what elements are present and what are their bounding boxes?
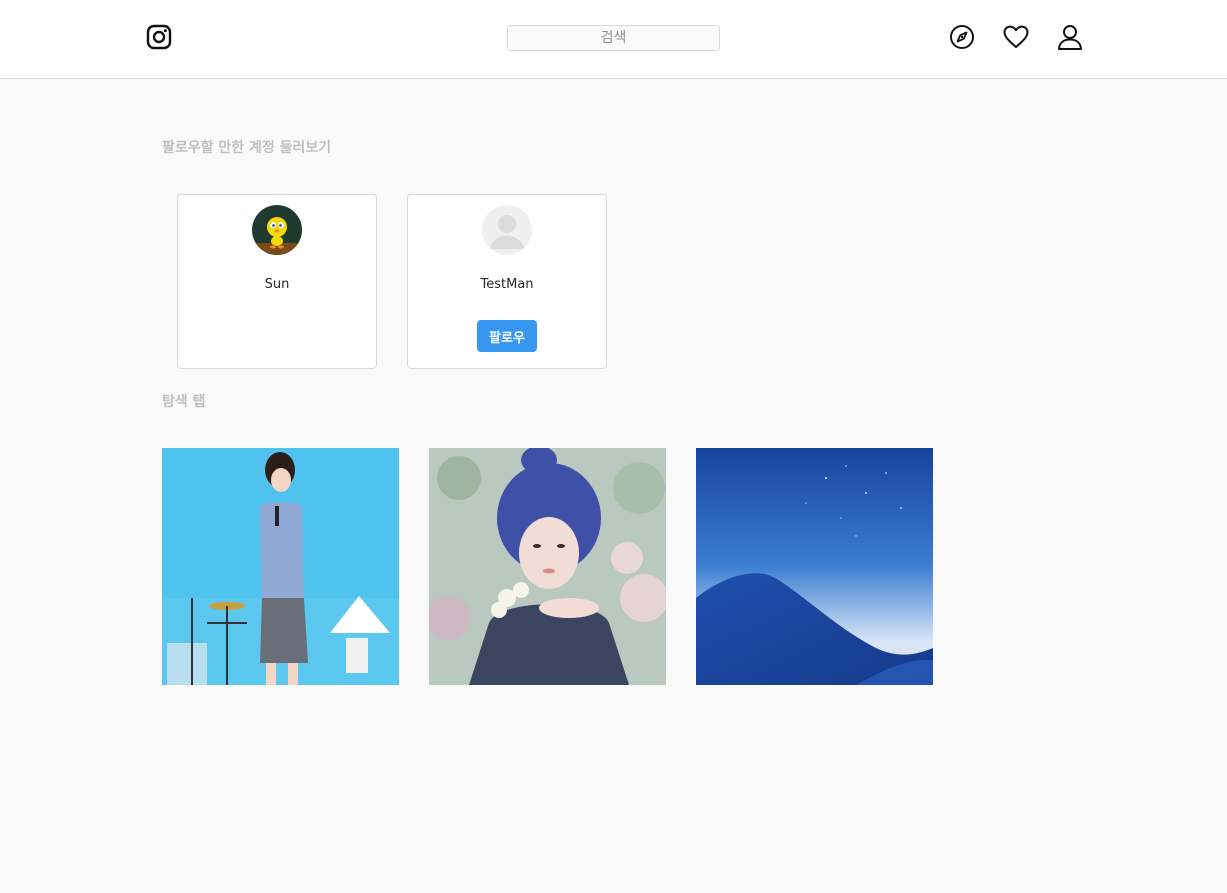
default-avatar[interactable] bbox=[482, 205, 532, 255]
explore-title: 탐색 탭 bbox=[162, 394, 206, 410]
explore-post-image[interactable] bbox=[429, 448, 666, 685]
explore-post-image[interactable] bbox=[696, 448, 933, 685]
cartoon-bird-avatar[interactable] bbox=[252, 205, 302, 255]
suggestions-title: 팔로우할 만한 계정 둘러보기 bbox=[162, 140, 332, 156]
follow-button[interactable]: 팔로우 bbox=[477, 320, 537, 352]
singer-performing-photo bbox=[162, 448, 399, 685]
account-name[interactable]: TestMan bbox=[408, 277, 606, 292]
suggestion-card[interactable]: Sun bbox=[177, 194, 377, 369]
heart-icon[interactable] bbox=[1002, 23, 1030, 51]
account-name[interactable]: Sun bbox=[178, 277, 376, 292]
compass-icon[interactable] bbox=[948, 23, 976, 51]
suggestion-card[interactable]: TestMan 팔로우 bbox=[407, 194, 607, 369]
instagram-logo-icon[interactable] bbox=[145, 23, 173, 51]
explore-post-image[interactable] bbox=[162, 448, 399, 685]
blue-mountain-sky-photo bbox=[696, 448, 933, 685]
search-input[interactable] bbox=[507, 25, 720, 51]
blue-hair-portrait-photo bbox=[429, 448, 666, 685]
user-icon[interactable] bbox=[1056, 23, 1084, 51]
top-nav-bar bbox=[0, 0, 1227, 79]
